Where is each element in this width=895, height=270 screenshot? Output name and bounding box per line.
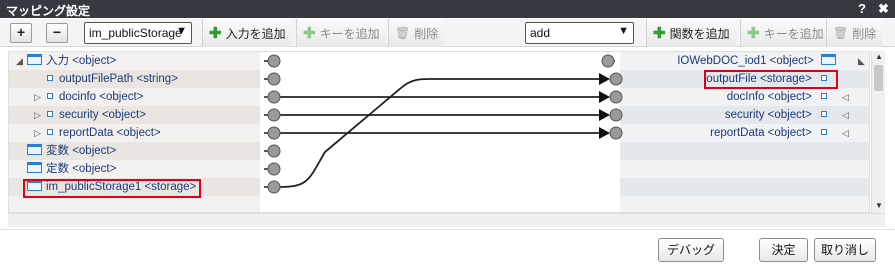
target-port[interactable] — [601, 54, 615, 68]
source-port[interactable] — [267, 108, 281, 122]
dialog-titlebar: マッピング設定 ? ✖ — [0, 0, 895, 18]
target-port[interactable] — [609, 72, 623, 86]
source-port[interactable] — [267, 180, 281, 194]
source-port[interactable] — [267, 54, 281, 68]
source-port[interactable] — [267, 90, 281, 104]
help-icon[interactable]: ? — [858, 1, 866, 16]
mapping-toolbar: + − im_publicStorage ▼ ✚ 入力を追加 ✚ キーを追加 🗑… — [0, 19, 895, 47]
scrollbar-thumb[interactable] — [874, 65, 883, 91]
horizontal-scrollbar[interactable] — [8, 213, 885, 227]
add-key-label-right: キーを追加 — [763, 26, 824, 41]
expand-all-button[interactable]: + — [10, 23, 32, 43]
add-key-button-right[interactable]: ✚ キーを追加 — [740, 19, 830, 47]
function-select[interactable]: add ▼ — [525, 22, 634, 44]
arrow-head — [599, 109, 610, 121]
debug-button[interactable]: デバッグ — [658, 238, 724, 262]
vertical-scrollbar[interactable]: ▲ ▼ — [871, 51, 885, 213]
delete-label-right: 削除 — [852, 26, 877, 41]
trash-icon: 🗑 — [833, 26, 849, 40]
source-port[interactable] — [267, 162, 281, 176]
chevron-down-icon: ▼ — [176, 25, 187, 37]
chevron-down-icon: ▼ — [618, 25, 629, 37]
add-input-label: 入力を追加 — [225, 26, 286, 41]
add-function-label: 関数を追加 — [669, 26, 730, 41]
delete-button-right[interactable]: 🗑 削除 — [826, 19, 883, 47]
ok-button[interactable]: 決定 — [759, 238, 808, 262]
add-key-label: キーを追加 — [319, 26, 380, 41]
add-key-button[interactable]: ✚ キーを追加 — [296, 19, 386, 47]
scroll-up-icon[interactable]: ▲ — [875, 52, 883, 61]
add-function-button[interactable]: ✚ 関数を追加 — [646, 19, 736, 47]
add-input-button[interactable]: ✚ 入力を追加 — [202, 19, 292, 47]
collapse-all-button[interactable]: − — [46, 23, 68, 43]
footer-divider — [0, 229, 895, 230]
dialog-title: マッピング設定 — [6, 4, 91, 18]
source-port[interactable] — [267, 126, 281, 140]
source-port[interactable] — [267, 72, 281, 86]
target-port[interactable] — [609, 126, 623, 140]
arrow-head — [599, 127, 610, 139]
close-icon[interactable]: ✖ — [878, 1, 889, 17]
function-select-value: add — [530, 26, 551, 40]
target-port[interactable] — [609, 108, 623, 122]
scroll-down-icon[interactable]: ▼ — [875, 201, 883, 210]
cancel-button[interactable]: 取り消し — [814, 238, 876, 262]
source-port[interactable] — [267, 144, 281, 158]
source-select-value: im_publicStorage — [89, 26, 182, 40]
source-select[interactable]: im_publicStorage ▼ — [84, 22, 192, 44]
target-port[interactable] — [609, 90, 623, 104]
arrow-head — [599, 73, 610, 85]
mapping-connections — [264, 54, 623, 194]
plus-icon: ✚ — [747, 25, 760, 42]
trash-icon: 🗑 — [395, 26, 411, 40]
mapping-canvas[interactable]: ◢ 入力 <object> outputFilePath <string> ▷ … — [8, 51, 870, 213]
arrow-head — [599, 91, 610, 103]
delete-label: 削除 — [414, 26, 439, 41]
plus-icon: ✚ — [303, 25, 316, 42]
plus-icon: ✚ — [653, 25, 666, 42]
delete-button[interactable]: 🗑 削除 — [388, 19, 445, 47]
plus-icon: ✚ — [209, 25, 222, 42]
